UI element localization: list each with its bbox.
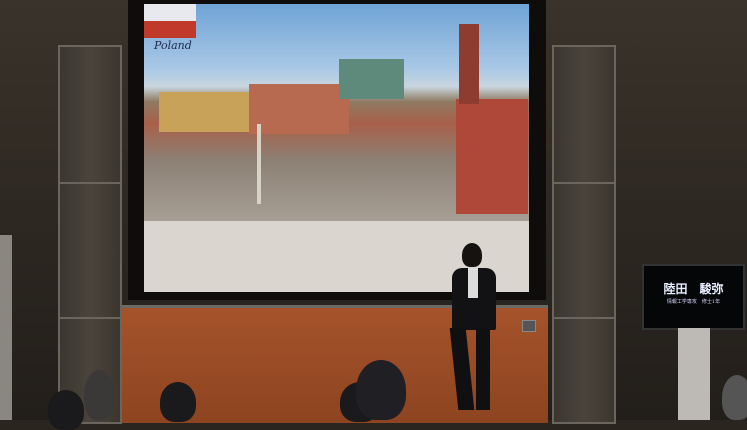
audience-head [722, 375, 747, 420]
country-label: Poland [154, 39, 192, 52]
poland-flag [144, 4, 196, 38]
audience-head [160, 382, 196, 422]
right-wall-panel [552, 45, 616, 424]
podium-stand [678, 328, 710, 420]
audience-head [48, 390, 84, 430]
audience-head [84, 370, 114, 420]
left-wall-panel [58, 45, 122, 424]
presenter [440, 240, 510, 420]
audience-head [356, 360, 406, 420]
left-door [0, 235, 12, 420]
speaker-name: 陸田 駿弥 [663, 282, 724, 296]
name-display-monitor: 陸田 駿弥 情報工学専攻 修士1年 [642, 264, 745, 330]
speaker-affiliation: 情報工学専攻 修士1年 [666, 299, 721, 305]
warsaw-old-town-photo: Poland [144, 4, 529, 221]
